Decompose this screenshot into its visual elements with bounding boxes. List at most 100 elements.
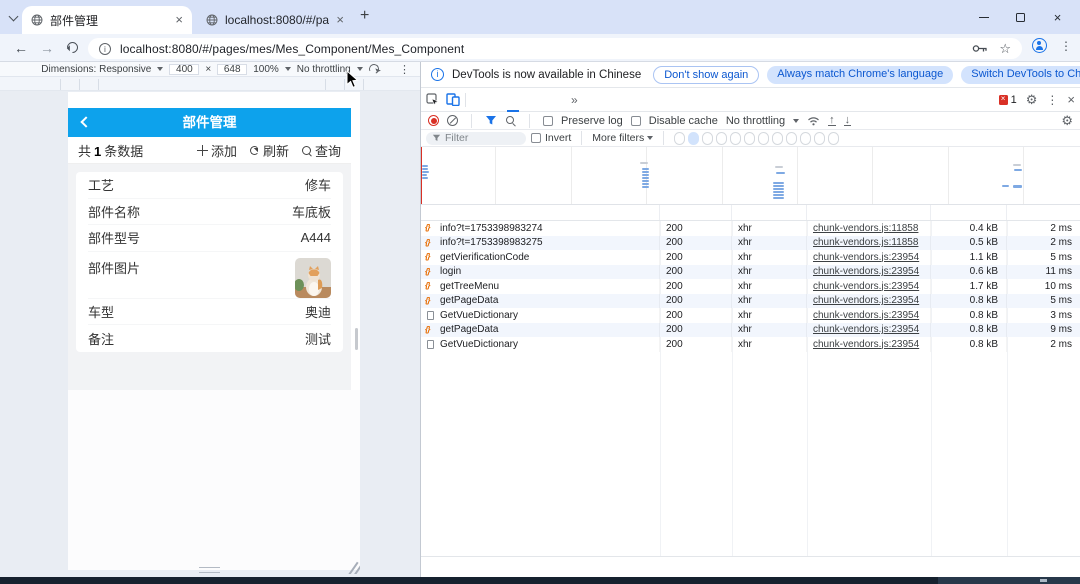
page-scrollbar[interactable] (355, 328, 358, 350)
resource-filter-pill[interactable] (828, 132, 839, 145)
rotate-device-icon[interactable] (367, 63, 380, 76)
request-row[interactable]: getPageData 200 xhr chunk-vendors.js:239… (421, 294, 1080, 309)
switch-chinese-button[interactable]: Switch DevTools to Chinese (961, 66, 1080, 84)
devtools-tab[interactable] (543, 88, 555, 112)
tab-close-icon[interactable]: × (175, 14, 183, 26)
network-conditions-icon[interactable] (807, 116, 820, 126)
window-close-button[interactable]: × (1039, 0, 1076, 34)
browser-menu-button[interactable]: ⋮ (1060, 39, 1072, 53)
request-row[interactable]: getPageData 200 xhr chunk-vendors.js:239… (421, 323, 1080, 338)
action-button[interactable]: 查询 (300, 141, 341, 160)
browser-tab-active[interactable]: 部件管理 × (22, 6, 192, 34)
preserve-log-label[interactable]: Preserve log (561, 115, 623, 127)
column-header[interactable] (807, 205, 931, 220)
request-row[interactable]: GetVueDictionary 200 xhr chunk-vendors.j… (421, 337, 1080, 352)
resize-handle-corner[interactable] (347, 561, 360, 574)
settings-gear-icon[interactable]: ⚙ (1026, 92, 1038, 108)
action-button[interactable]: 刷新 (248, 141, 289, 160)
preserve-log-checkbox[interactable] (543, 116, 553, 126)
action-button[interactable]: 添加 (196, 141, 237, 160)
device-toolbar-menu-button[interactable]: ⋮ (399, 63, 410, 76)
url-bar[interactable]: i localhost:8080/#/pages/mes/Mes_Compone… (88, 38, 1022, 59)
initiator-link[interactable]: chunk-vendors.js:23954 (813, 281, 919, 292)
inspect-element-icon[interactable] (426, 93, 439, 106)
site-info-icon[interactable]: i (99, 43, 111, 55)
initiator-link[interactable]: chunk-vendors.js:23954 (813, 295, 919, 306)
request-row[interactable]: info?t=1753398983274 200 xhr chunk-vendo… (421, 221, 1080, 236)
initiator-link[interactable]: chunk-vendors.js:23954 (813, 339, 919, 350)
password-key-icon[interactable] (972, 44, 988, 53)
device-toolbar-toggle-icon[interactable] (446, 93, 460, 106)
devtools-close-button[interactable]: × (1067, 92, 1075, 107)
devtools-tab[interactable] (471, 88, 483, 112)
network-throttling-select[interactable]: No throttling (726, 115, 785, 127)
bookmark-star-icon[interactable]: ☆ (999, 41, 1011, 57)
clear-button[interactable] (447, 115, 458, 126)
forward-button[interactable]: → (40, 40, 54, 56)
dont-show-again-button[interactable]: Don't show again (653, 66, 759, 84)
column-header[interactable] (931, 205, 1007, 220)
devtools-tab[interactable] (507, 88, 519, 112)
devtools-tab[interactable] (483, 88, 495, 112)
network-settings-gear-icon[interactable]: ⚙ (1061, 113, 1073, 129)
search-icon[interactable] (505, 115, 516, 126)
column-header[interactable] (1007, 205, 1080, 220)
url-text[interactable]: localhost:8080/#/pages/mes/Mes_Component… (120, 42, 464, 56)
export-har-icon[interactable]: ↓ (844, 116, 852, 126)
devtools-tab[interactable] (555, 88, 567, 112)
throttling-select[interactable]: No throttling (297, 64, 351, 75)
initiator-link[interactable]: chunk-vendors.js:11858 (813, 223, 918, 234)
window-minimize-button[interactable] (965, 0, 1002, 34)
profile-avatar[interactable] (1032, 38, 1047, 53)
more-tabs-icon[interactable]: » (567, 93, 582, 107)
back-button[interactable]: ← (14, 40, 28, 56)
more-filters-button[interactable]: More filters (592, 132, 653, 144)
column-header[interactable] (421, 205, 660, 220)
resource-filter-pill[interactable] (786, 132, 797, 145)
initiator-link[interactable]: chunk-vendors.js:23954 (813, 266, 919, 277)
resource-filter-pill[interactable] (758, 132, 769, 145)
reload-button[interactable] (65, 40, 81, 56)
initiator-link[interactable]: chunk-vendors.js:23954 (813, 324, 919, 335)
filter-input[interactable]: Filter (426, 132, 526, 145)
request-row[interactable]: info?t=1753398983275 200 xhr chunk-vendo… (421, 236, 1080, 251)
devtools-tab[interactable] (519, 88, 531, 112)
resize-handle-horizontal[interactable] (199, 567, 220, 573)
invert-checkbox[interactable] (531, 133, 541, 143)
resource-filter-pill[interactable] (674, 132, 685, 145)
devtools-menu-button[interactable]: ⋮ (1046, 93, 1058, 107)
devtools-tab[interactable] (531, 88, 543, 112)
dimensions-label[interactable]: Dimensions: Responsive (41, 64, 151, 75)
component-image-thumbnail[interactable] (295, 258, 331, 298)
zoom-select[interactable]: 100% (253, 64, 279, 75)
initiator-link[interactable]: chunk-vendors.js:23954 (813, 252, 919, 263)
device-height-input[interactable] (217, 64, 247, 75)
disable-cache-label[interactable]: Disable cache (649, 115, 718, 127)
request-row[interactable]: login 200 xhr chunk-vendors.js:23954 0.6… (421, 265, 1080, 280)
filter-toggle-icon[interactable] (485, 115, 497, 126)
initiator-link[interactable]: chunk-vendors.js:11858 (813, 237, 918, 248)
device-width-input[interactable] (169, 64, 199, 75)
new-tab-button[interactable]: + (360, 7, 369, 25)
tab-close-icon[interactable]: × (336, 14, 344, 26)
tab-search-chevron-icon[interactable] (9, 12, 19, 22)
import-har-icon[interactable]: ↑ (828, 116, 836, 126)
record-button[interactable] (428, 115, 439, 126)
resource-filter-pill[interactable] (744, 132, 755, 145)
window-maximize-button[interactable] (1002, 0, 1039, 34)
invert-label[interactable]: Invert (545, 132, 571, 144)
resource-filter-pill[interactable] (772, 132, 783, 145)
network-overview[interactable] (421, 147, 1080, 205)
request-row[interactable]: getTreeMenu 200 xhr chunk-vendors.js:239… (421, 279, 1080, 294)
resource-filter-pill[interactable] (716, 132, 727, 145)
request-row[interactable]: GetVueDictionary 200 xhr chunk-vendors.j… (421, 308, 1080, 323)
column-header[interactable] (732, 205, 807, 220)
match-language-button[interactable]: Always match Chrome's language (767, 66, 953, 84)
resource-filter-pill[interactable] (800, 132, 811, 145)
request-row[interactable]: getVierificationCode 200 xhr chunk-vendo… (421, 250, 1080, 265)
initiator-link[interactable]: chunk-vendors.js:23954 (813, 310, 919, 321)
resource-filter-pill[interactable] (730, 132, 741, 145)
devtools-tab[interactable] (495, 88, 507, 112)
resource-filter-pill[interactable] (688, 132, 699, 145)
disable-cache-checkbox[interactable] (631, 116, 641, 126)
